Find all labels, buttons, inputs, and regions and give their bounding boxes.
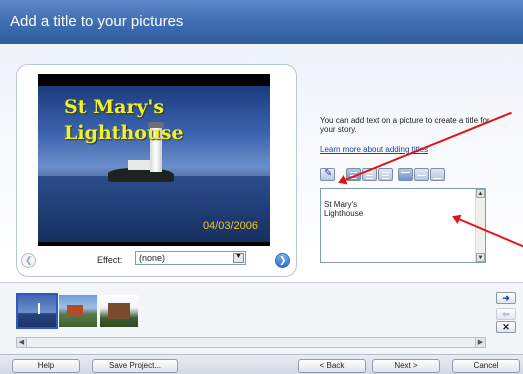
move-right-button[interactable]: ➜ bbox=[496, 292, 516, 304]
scroll-down-icon[interactable]: ▼ bbox=[476, 253, 485, 262]
preview-panel: St Mary's Lighthouse 04/03/2006 ❮ ❯ Effe… bbox=[16, 64, 297, 277]
close-icon: ✕ bbox=[502, 322, 510, 332]
thumbnail-castle[interactable] bbox=[100, 295, 138, 327]
effect-value: (none) bbox=[139, 253, 166, 263]
scroll-left-icon[interactable]: ◀ bbox=[17, 338, 27, 347]
dropdown-arrow-icon[interactable]: ▼ bbox=[233, 253, 244, 263]
photo-date-stamp: 04/03/2006 bbox=[202, 220, 258, 232]
effect-label: Effect: bbox=[97, 255, 123, 265]
main-content: St Mary's Lighthouse 04/03/2006 ❮ ❯ Effe… bbox=[0, 44, 523, 282]
arrow-left-icon: ⬅ bbox=[502, 309, 510, 319]
move-left-button[interactable]: ⬅ bbox=[496, 308, 516, 320]
rock-island bbox=[108, 168, 174, 182]
scroll-right-icon[interactable]: ▶ bbox=[475, 338, 485, 347]
arrow-right-icon: ➜ bbox=[502, 293, 510, 303]
next-button[interactable]: Next > bbox=[372, 359, 440, 373]
position-middle-button[interactable] bbox=[414, 168, 429, 181]
next-picture-button[interactable]: ❯ bbox=[275, 253, 290, 268]
help-text: You can add text on a picture to create … bbox=[320, 116, 490, 134]
thumbnail-strip bbox=[16, 293, 138, 329]
effect-dropdown[interactable]: (none) ▼ bbox=[135, 251, 246, 265]
title-text-input[interactable]: St Mary's Lighthouse ▲ ▼ bbox=[320, 188, 486, 263]
cancel-button[interactable]: Cancel bbox=[452, 359, 520, 373]
photo-title-line-1: St Mary's bbox=[64, 96, 165, 118]
keeper-cottage bbox=[128, 160, 152, 170]
pencil-icon: ✎ bbox=[324, 168, 333, 179]
preview-photo: St Mary's Lighthouse 04/03/2006 bbox=[38, 86, 270, 242]
window-title: Add a title to your pictures bbox=[10, 13, 184, 30]
position-top-button[interactable] bbox=[398, 168, 413, 181]
title-text-value: St Mary's Lighthouse bbox=[324, 200, 364, 218]
storyboard-scrollbar[interactable]: ◀ ▶ bbox=[16, 337, 486, 348]
remove-picture-button[interactable]: ✕ bbox=[496, 321, 516, 333]
footer-bar: Help Save Project... < Back Next > Cance… bbox=[0, 354, 523, 374]
align-top-right-button[interactable] bbox=[378, 168, 393, 181]
thumbnail-houses[interactable] bbox=[59, 295, 97, 327]
back-button[interactable]: < Back bbox=[298, 359, 366, 373]
sea bbox=[38, 176, 270, 242]
thumbnail-lighthouse[interactable] bbox=[16, 293, 58, 329]
photo-frame: St Mary's Lighthouse 04/03/2006 bbox=[38, 74, 270, 246]
chevron-left-icon: ❮ bbox=[25, 255, 33, 265]
help-button[interactable]: Help bbox=[12, 359, 80, 373]
edit-text-button[interactable]: ✎ bbox=[320, 168, 335, 181]
title-bar: Add a title to your pictures bbox=[0, 0, 523, 44]
chevron-right-icon: ❯ bbox=[279, 255, 287, 265]
position-bottom-button[interactable] bbox=[430, 168, 445, 181]
save-project-button[interactable]: Save Project... bbox=[92, 359, 178, 373]
scroll-up-icon[interactable]: ▲ bbox=[476, 189, 485, 198]
previous-picture-button[interactable]: ❮ bbox=[21, 253, 36, 268]
storyboard: ◀ ▶ ➜ ⬅ ✕ bbox=[0, 282, 523, 354]
photo-title-line-2: Lighthouse bbox=[64, 122, 184, 144]
